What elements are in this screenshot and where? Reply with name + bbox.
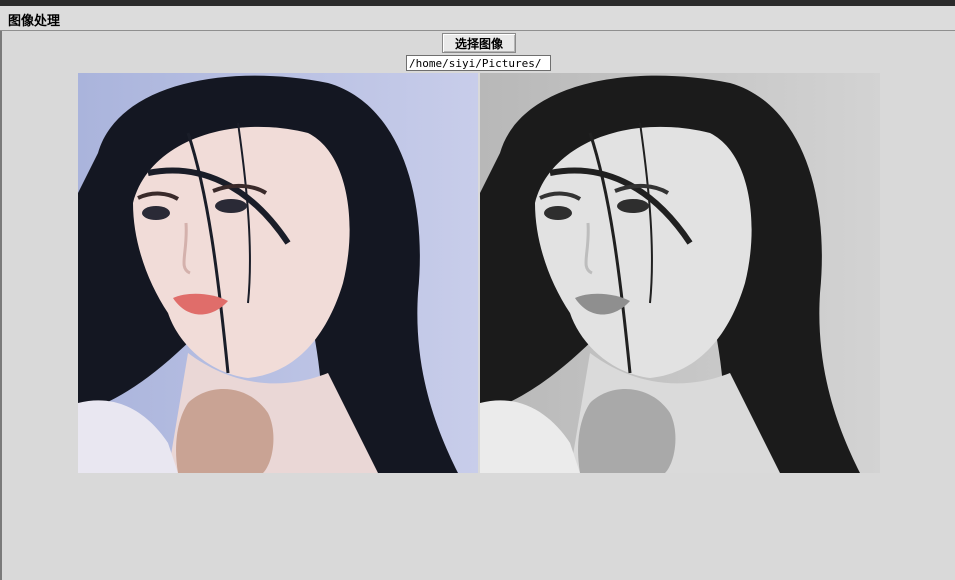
file-path-field[interactable]: /home/siyi/Pictures/ [406,55,551,71]
original-image [78,73,478,473]
grayscale-image [480,73,880,473]
grayscale-photo-graphic [480,73,880,473]
original-photo-graphic [78,73,478,473]
title-bar: 图像处理 [0,6,955,31]
window-title: 图像处理 [8,14,61,29]
select-image-button[interactable]: 选择图像 [442,33,516,53]
